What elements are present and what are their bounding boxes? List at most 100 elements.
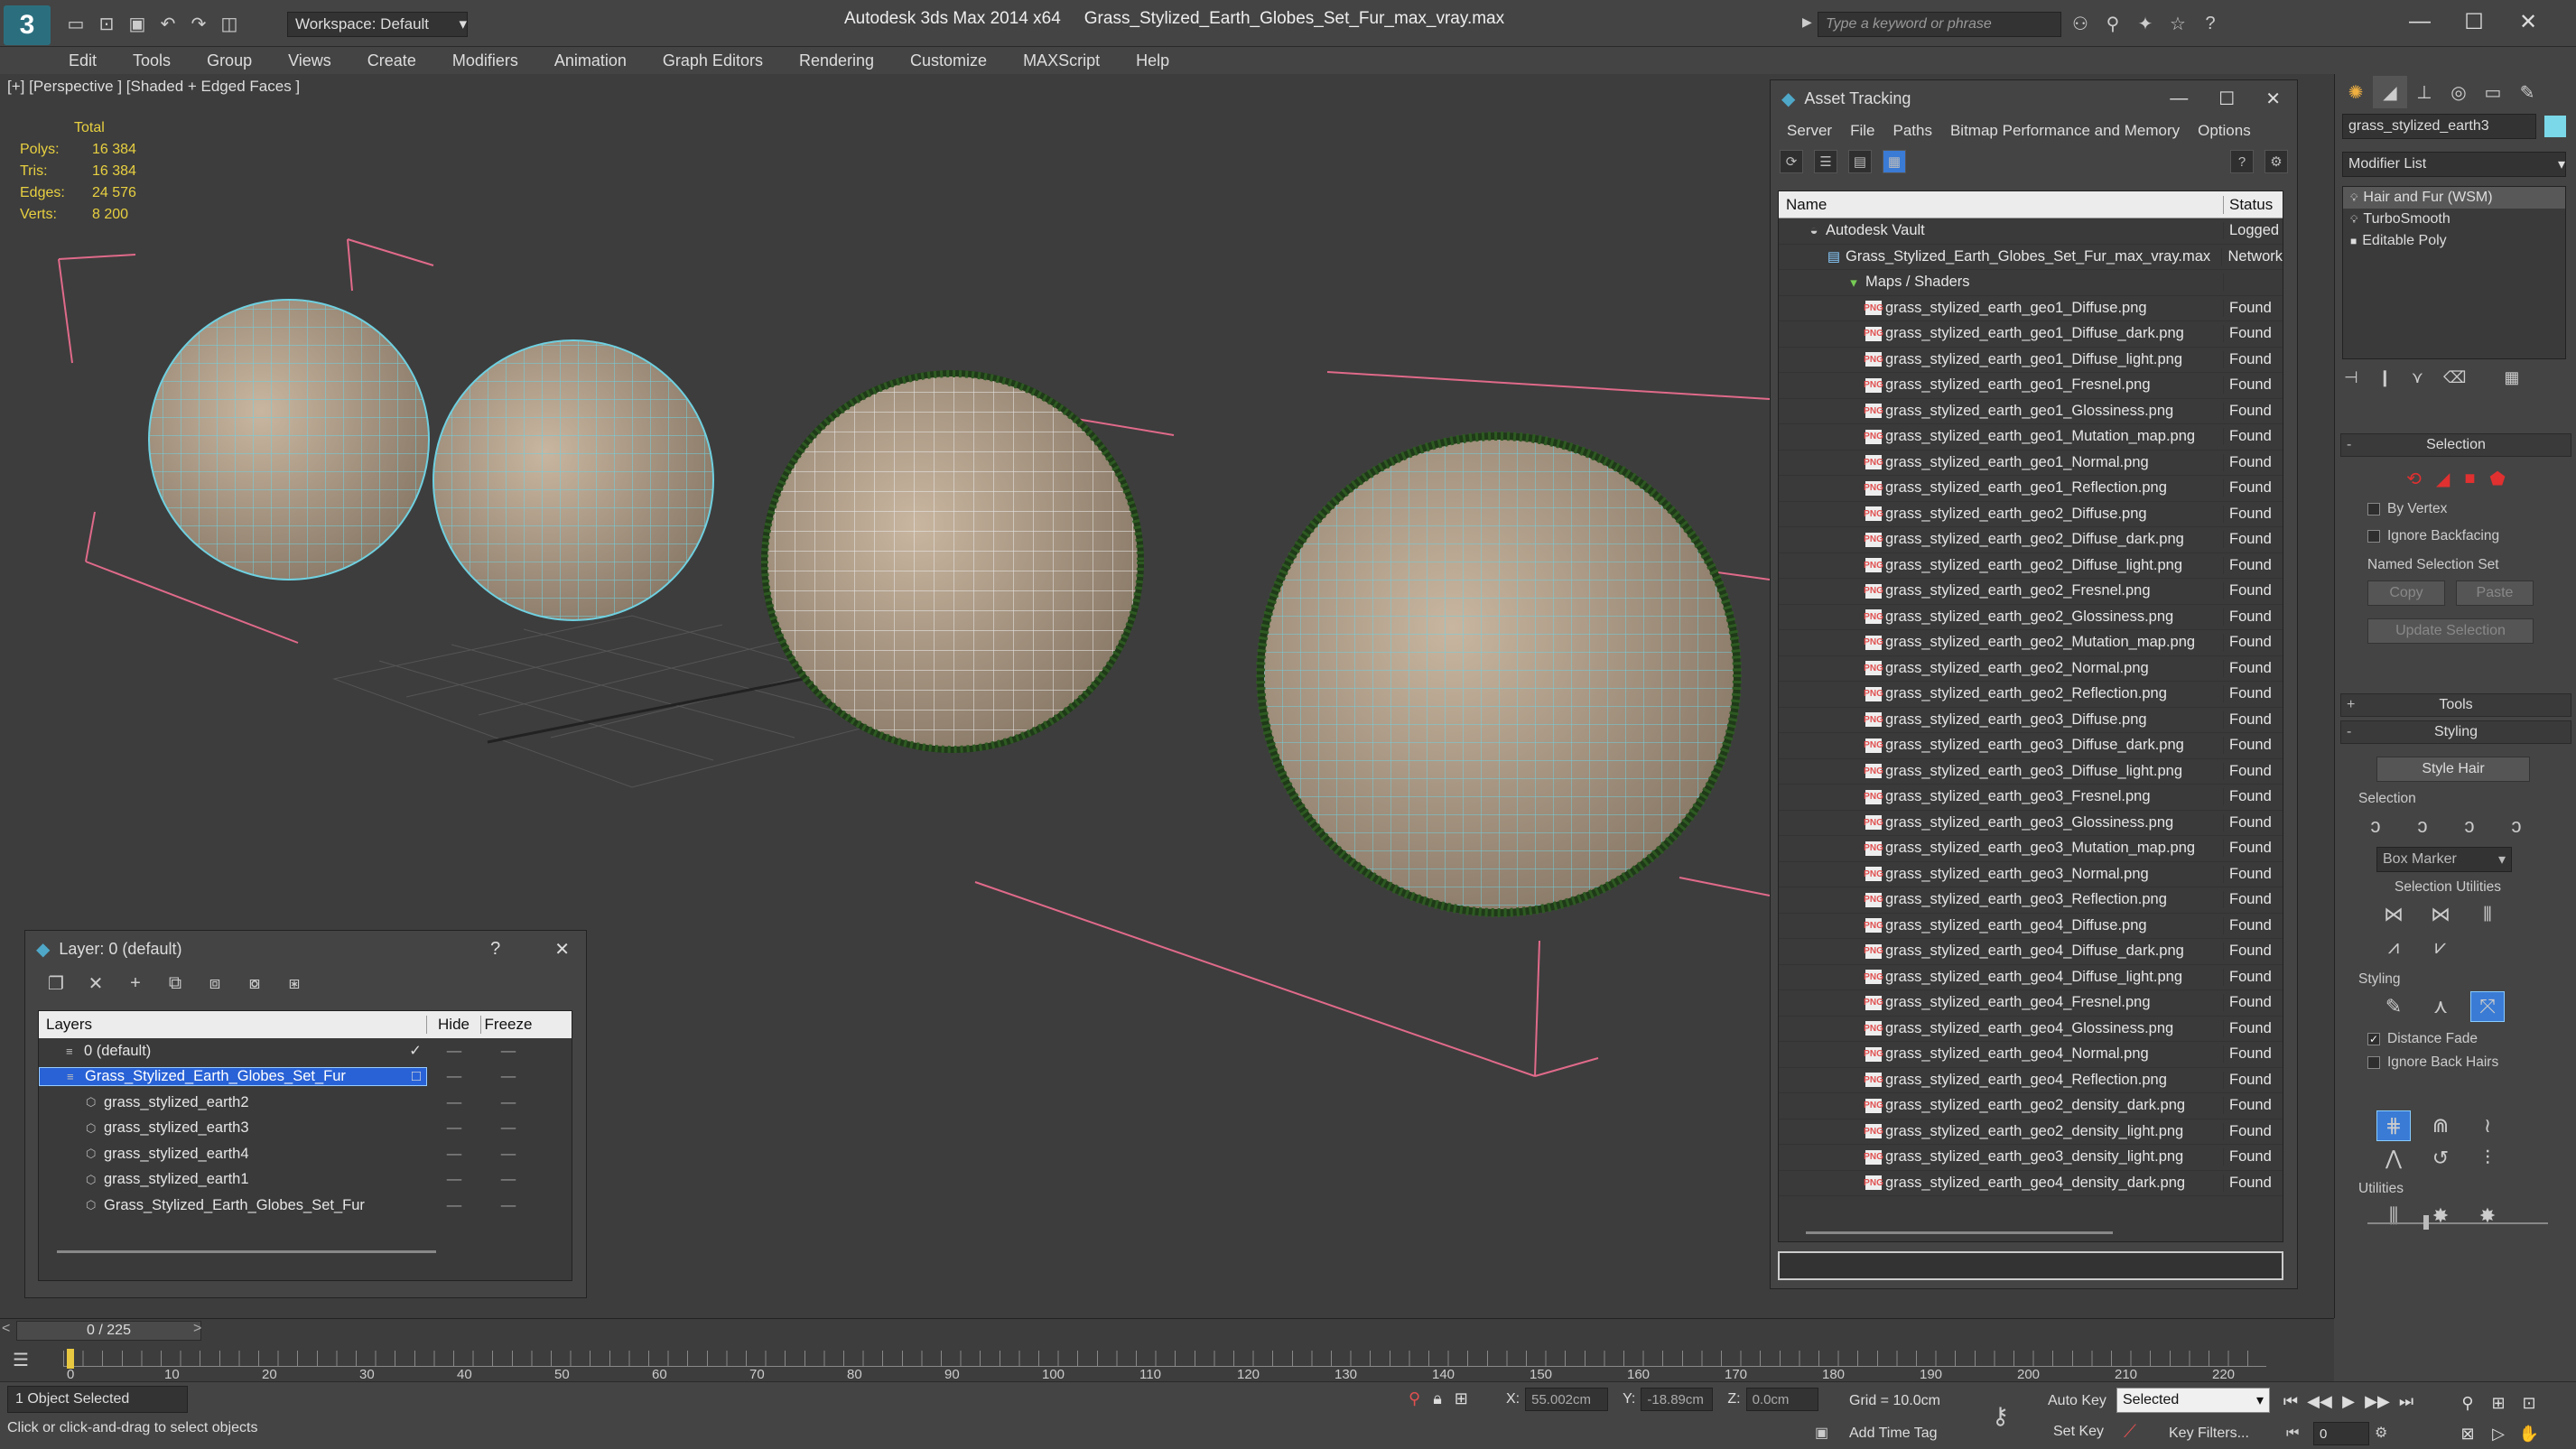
asset-row[interactable]: PNG grass_stylized_earth_geo2_density_li…	[1779, 1119, 2283, 1145]
freeze-toggle[interactable]: —	[481, 1043, 535, 1060]
subscription-icon[interactable]: ⚲	[2100, 11, 2125, 36]
asset-row[interactable]: PNG grass_stylized_earth_geo4_Diffuse.pn…	[1779, 914, 2283, 939]
attenuate-icon[interactable]: ⫼	[2376, 1201, 2411, 1231]
clump-icon[interactable]: ⋀	[2376, 1143, 2411, 1174]
edit-poly-icon[interactable]: ■	[2350, 235, 2357, 247]
styling-rollout-header[interactable]: - Styling	[2340, 720, 2571, 744]
lightbulb-icon[interactable]: 💡︎	[2350, 213, 2357, 227]
save-icon[interactable]: ▣	[125, 11, 150, 36]
hide-toggle[interactable]: —	[427, 1197, 481, 1214]
new-layer-icon[interactable]: ❐	[43, 971, 69, 996]
isolate-icon[interactable]: ⚲	[1409, 1389, 1420, 1408]
asset-row[interactable]: PNG grass_stylized_earth_geo2_Diffuse.pn…	[1779, 502, 2283, 527]
asset-row[interactable]: PNG grass_stylized_earth_geo1_Glossiness…	[1779, 399, 2283, 424]
utilities-tab-icon[interactable]: ✎	[2510, 76, 2544, 108]
asset-row[interactable]: PNG grass_stylized_earth_geo3_Diffuse_da…	[1779, 733, 2283, 759]
asset-row[interactable]: ▾ Maps / Shaders	[1779, 270, 2283, 296]
go-to-end-icon[interactable]: ⏭	[2393, 1388, 2420, 1415]
freeze-toggle[interactable]: —	[481, 1171, 535, 1188]
copy-button[interactable]: Copy	[2367, 581, 2445, 606]
previous-frame-icon[interactable]: ◀◀	[2306, 1388, 2333, 1415]
pin-stack-icon[interactable]: ⊣	[2344, 368, 2358, 387]
project-folder-icon[interactable]: ◫	[217, 11, 242, 36]
select-hair-by-end-icon[interactable]: ↄ	[2405, 811, 2440, 841]
asset-row[interactable]: PNG grass_stylized_earth_geo4_Glossiness…	[1779, 1017, 2283, 1042]
asset-menu-file[interactable]: File	[1841, 122, 1883, 140]
hide-selected-icon[interactable]: ⩘	[2376, 932, 2411, 962]
asset-row[interactable]: PNG grass_stylized_earth_geo1_Reflection…	[1779, 476, 2283, 502]
maximize-icon[interactable]: ☐	[2447, 2, 2501, 42]
add-to-layer-icon[interactable]: +	[123, 971, 148, 996]
hide-all-icon[interactable]: ⧇	[242, 971, 267, 996]
horizontal-scrollbar[interactable]	[1806, 1231, 2113, 1234]
hide-toggle[interactable]: —	[427, 1119, 481, 1137]
column-name[interactable]: Name	[1779, 195, 2224, 214]
viewport-label[interactable]: [+] [Perspective ] [Shaded + Edged Faces…	[7, 78, 300, 96]
undo-icon[interactable]: ↶	[155, 11, 181, 36]
next-frame-icon[interactable]: >	[193, 1321, 201, 1337]
menu-graph-editors[interactable]: Graph Editors	[645, 47, 781, 74]
brush-size-slider[interactable]	[2367, 1222, 2548, 1224]
highlight-layer-icon[interactable]: ⧈	[202, 971, 228, 996]
go-to-start-icon[interactable]: ⏮	[2277, 1388, 2304, 1415]
column-status[interactable]: Status	[2224, 196, 2273, 214]
box-marker-dropdown[interactable]: Box Marker ▾	[2376, 847, 2512, 872]
tools-rollout-header[interactable]: + Tools	[2340, 693, 2571, 717]
minimize-icon[interactable]: —	[2170, 88, 2188, 109]
show-end-result-icon[interactable]: ❙	[2378, 368, 2392, 387]
asset-row[interactable]: PNG grass_stylized_earth_geo1_Diffuse_li…	[1779, 348, 2283, 373]
layer-row[interactable]: ≡ 0 (default) ✓ — —	[39, 1038, 572, 1064]
menu-modifiers[interactable]: Modifiers	[434, 47, 536, 74]
menu-views[interactable]: Views	[270, 47, 349, 74]
asset-row[interactable]: PNG grass_stylized_earth_geo2_Glossiness…	[1779, 605, 2283, 630]
thumbnail-view-icon[interactable]: ▤	[1848, 150, 1872, 173]
layer-row[interactable]: ≡ Grass_Stylized_Earth_Globes_Set_Fur □ …	[39, 1064, 572, 1091]
close-icon[interactable]: ✕	[554, 938, 570, 961]
asset-row[interactable]: PNG grass_stylized_earth_geo3_Mutation_m…	[1779, 836, 2283, 862]
absolute-mode-icon[interactable]: ⊞	[1455, 1389, 1468, 1408]
select-guide-vertices-icon[interactable]: ↄ	[2499, 811, 2534, 841]
x-coordinate-field[interactable]: 55.002cm	[1525, 1388, 1609, 1411]
close-icon[interactable]: ✕	[2265, 88, 2281, 110]
prev-frame-icon[interactable]: <	[2, 1321, 10, 1337]
current-frame-marker[interactable]	[67, 1349, 74, 1369]
track-bar[interactable]: ☰ 0 10 20 30 40 50 60 70 80 90 100 110 120 130 140 150 1…	[0, 1342, 2334, 1382]
field-of-view-icon[interactable]: ▷	[2485, 1420, 2512, 1447]
lock-icon[interactable]: 🔒︎	[1433, 1389, 1442, 1408]
help-icon[interactable]: ?	[2198, 11, 2223, 36]
pop-zero-icon[interactable]: ✸	[2470, 1201, 2505, 1231]
hide-toggle[interactable]: —	[427, 1094, 481, 1111]
time-slider[interactable]: < 0 / 225 >	[0, 1318, 2334, 1342]
asset-row[interactable]: ▤ Grass_Stylized_Earth_Globes_Set_Fur_ma…	[1779, 245, 2283, 270]
layer-row[interactable]: ⬡ grass_stylized_earth3 — —	[39, 1116, 572, 1142]
column-hide[interactable]: Hide	[427, 1016, 481, 1034]
asset-row[interactable]: PNG grass_stylized_earth_geo3_Fresnel.pn…	[1779, 785, 2283, 811]
select-whole-guide-icon[interactable]: ↄ	[2452, 811, 2487, 841]
select-brush-icon[interactable]: ⤧	[2470, 991, 2505, 1022]
expand-arrow-icon[interactable]: ▶	[1802, 14, 1812, 30]
hair-brush-icon[interactable]: ✎	[2376, 991, 2411, 1022]
motion-tab-icon[interactable]: ◎	[2441, 76, 2476, 108]
menu-maxscript[interactable]: MAXScript	[1005, 47, 1118, 74]
create-tab-icon[interactable]: ✺	[2339, 76, 2373, 108]
time-slider-thumb[interactable]: 0 / 225	[16, 1321, 201, 1341]
asset-row[interactable]: PNG grass_stylized_earth_geo2_Fresnel.pn…	[1779, 579, 2283, 605]
favorites-star-icon[interactable]: ☆	[2165, 11, 2190, 36]
key-mode-toggle-icon[interactable]: ⏮	[2286, 1426, 2299, 1442]
ignore-back-hairs-checkbox[interactable]: Ignore Back Hairs	[2367, 1054, 2571, 1071]
style-hair-button[interactable]: Style Hair	[2376, 757, 2530, 782]
asset-row[interactable]: PNG grass_stylized_earth_geo4_Fresnel.pn…	[1779, 990, 2283, 1017]
select-hair-icon[interactable]: ↄ	[2358, 811, 2393, 841]
new-file-icon[interactable]: ▭	[63, 11, 88, 36]
modifier-stack-item[interactable]: 💡︎ Hair and Fur (WSM)	[2343, 187, 2565, 209]
zoom-extents-icon[interactable]: ⊡	[2516, 1389, 2543, 1416]
menu-group[interactable]: Group	[189, 47, 270, 74]
rotate-icon[interactable]: ↺	[2423, 1143, 2458, 1174]
asset-row[interactable]: PNG grass_stylized_earth_geo3_density_li…	[1779, 1145, 2283, 1171]
close-icon[interactable]: ✕	[2501, 2, 2555, 42]
by-vertex-checkbox[interactable]: By Vertex	[2367, 501, 2571, 517]
column-layers[interactable]: Layers	[39, 1016, 427, 1034]
current-frame-field[interactable]: 0	[2313, 1422, 2369, 1445]
layer-row[interactable]: ⬡ grass_stylized_earth1 — —	[39, 1167, 572, 1194]
redo-icon[interactable]: ↷	[186, 11, 211, 36]
